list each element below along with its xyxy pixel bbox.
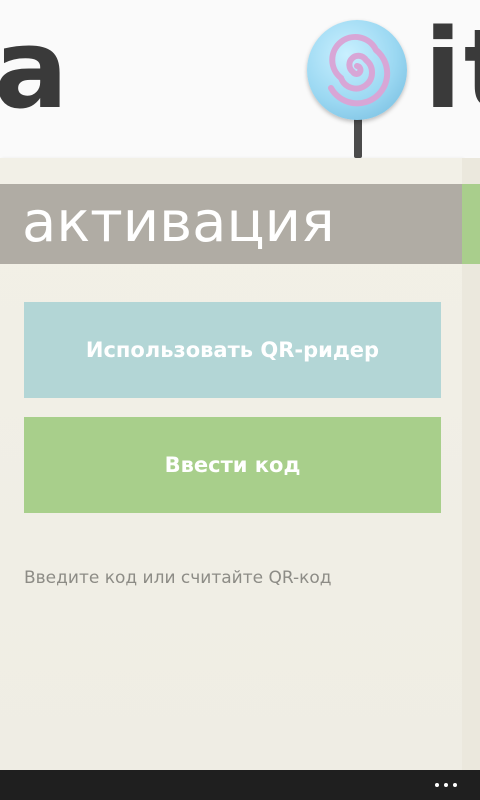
dot-icon: [444, 783, 448, 787]
dot-icon: [435, 783, 439, 787]
qr-reader-button[interactable]: Использовать QR-ридер: [24, 302, 441, 398]
hint-text: Введите код или считайте QR-код: [24, 568, 332, 588]
enter-code-button[interactable]: Ввести код: [24, 417, 441, 513]
page-title: активация: [22, 190, 335, 255]
adjacent-panel-accent: [462, 184, 480, 264]
lollipop-icon: [307, 20, 407, 120]
logo-text-left: a: [0, 5, 69, 133]
activation-screen: a it активация Использовать QR-ридер Вве…: [0, 0, 480, 800]
dot-icon: [453, 783, 457, 787]
app-bar: [0, 770, 480, 800]
header-logo-area: a it: [0, 0, 480, 158]
ellipsis-icon[interactable]: [424, 770, 468, 800]
logo-text-right: it: [424, 5, 480, 133]
